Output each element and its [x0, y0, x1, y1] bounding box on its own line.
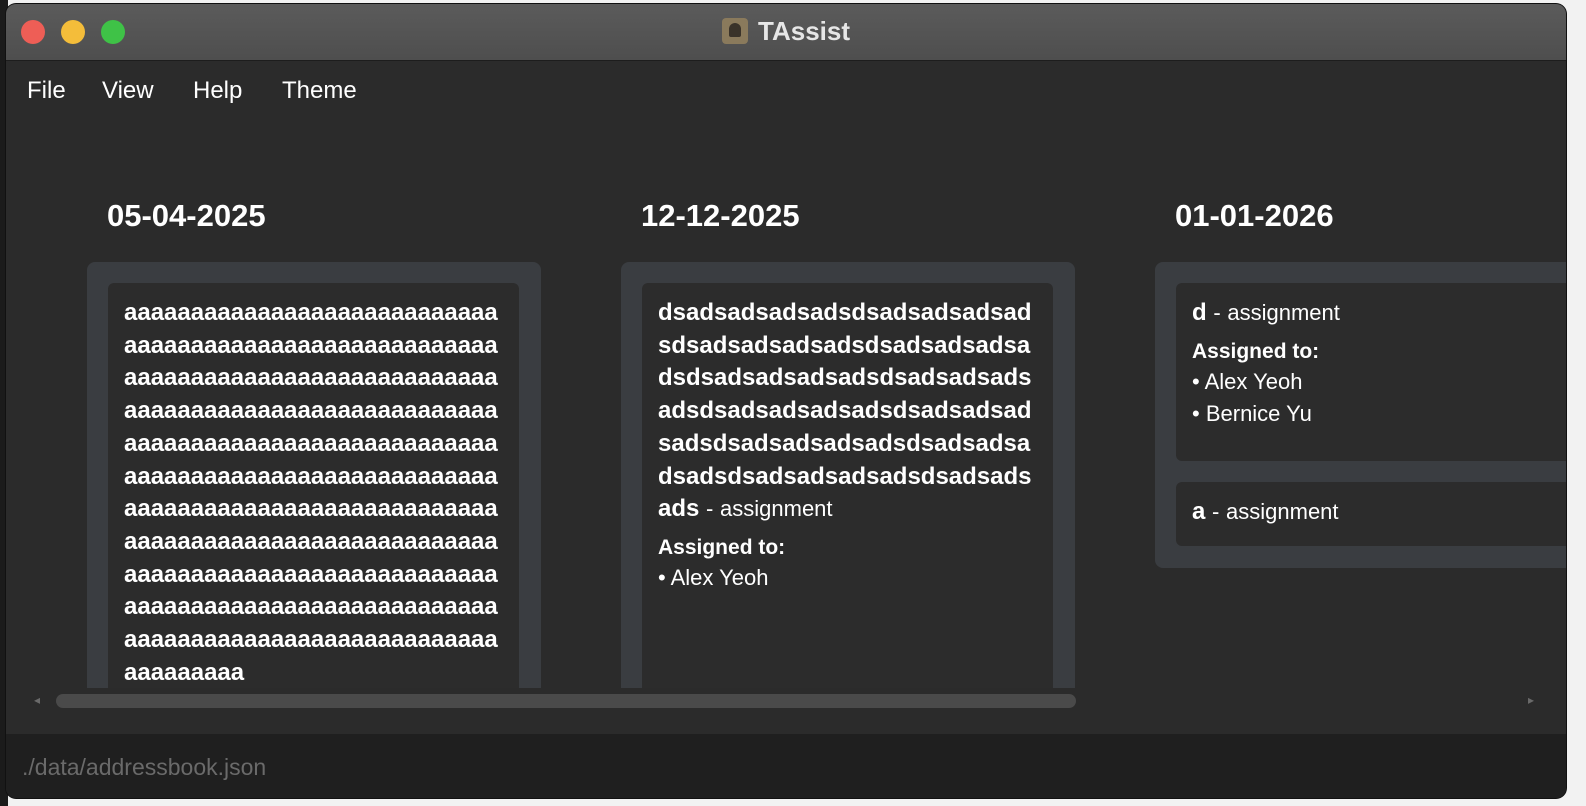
assignment-card[interactable]: a - assignment — [1176, 482, 1566, 546]
assignee-name: Alex Yeoh — [670, 564, 769, 590]
menu-help[interactable]: Help — [193, 77, 242, 105]
assignee-name: Alex Yeoh — [1204, 368, 1303, 394]
window-title-group: TAssist — [6, 16, 1566, 46]
assignee-item: • Alex Yeoh — [1192, 368, 1303, 394]
app-window: TAssist File View Help Theme 05-04-2025 … — [6, 4, 1566, 798]
assignment-card[interactable]: d - assignment Assigned to: • Alex Yeoh … — [1176, 283, 1566, 461]
assignment-card[interactable]: aaaaaaaaaaaaaaaaaaaaaaaaaaaaaaaaaaaaaaaa… — [108, 283, 519, 688]
assignment-type-dash: - — [1213, 300, 1221, 325]
menu-theme[interactable]: Theme — [282, 77, 357, 105]
assigned-to-label: Assigned to: — [1192, 339, 1320, 363]
assigned-to-label: Assigned to: — [658, 535, 786, 559]
assignee-name: Bernice Yu — [1205, 401, 1312, 427]
menu-bar: File View Help Theme — [6, 61, 1566, 123]
menu-view[interactable]: View — [102, 77, 154, 105]
menu-file[interactable]: File — [27, 77, 66, 105]
assignee-item: • Bernice Yu — [1192, 401, 1312, 427]
assignment-name: a — [1192, 498, 1206, 525]
window-title: TAssist — [758, 16, 850, 46]
data-file-path: ./data/addressbook.json — [22, 754, 267, 780]
assignment-type: assignment — [1227, 300, 1340, 325]
date-column: aaaaaaaaaaaaaaaaaaaaaaaaaaaaaaaaaaaaaaaa… — [87, 262, 541, 688]
date-column: dsadsadsadsadsdsadsadsadsadsdsadsadsadsa… — [621, 262, 1075, 688]
assignment-type-dash: - — [706, 496, 714, 522]
assignee-item: • Alex Yeoh — [658, 564, 769, 590]
contact-book-icon — [722, 18, 748, 44]
horizontal-scrollbar[interactable]: ◂ ▸ — [6, 688, 1566, 712]
title-bar: TAssist — [6, 4, 1566, 61]
assignment-type: assignment — [1226, 499, 1339, 524]
assignment-name: dsadsadsadsadsdsadsadsadsadsdsadsadsadsa… — [658, 299, 1032, 523]
date-heading: 01-01-2026 — [1175, 198, 1334, 233]
assignment-name: d — [1192, 299, 1207, 326]
assignment-card[interactable]: dsadsadsadsadsdsadsadsadsadsdsadsadsadsa… — [642, 283, 1053, 688]
date-column: d - assignment Assigned to: • Alex Yeoh … — [1155, 262, 1566, 568]
scroll-right-icon[interactable]: ▸ — [1528, 693, 1534, 707]
timeline-view[interactable]: 05-04-2025 aaaaaaaaaaaaaaaaaaaaaaaaaaaaa… — [6, 123, 1566, 735]
status-bar: ./data/addressbook.json — [6, 734, 1566, 798]
date-heading: 12-12-2025 — [641, 198, 800, 233]
scroll-left-icon[interactable]: ◂ — [34, 693, 40, 707]
assignment-name: aaaaaaaaaaaaaaaaaaaaaaaaaaaaaaaaaaaaaaaa… — [124, 299, 498, 686]
scrollbar-thumb[interactable] — [56, 694, 1076, 708]
assignment-type: assignment — [720, 496, 833, 522]
assignment-type-dash: - — [1212, 499, 1220, 524]
